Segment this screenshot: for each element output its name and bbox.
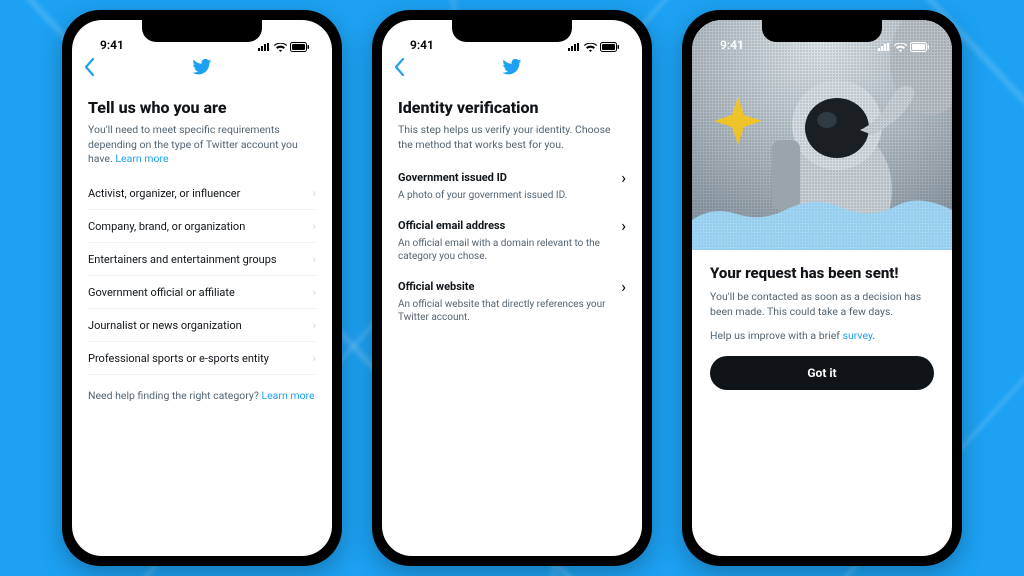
category-row[interactable]: Activist, organizer, or influencer› bbox=[88, 177, 316, 210]
content-area: Tell us who you are You'll need to meet … bbox=[72, 84, 332, 556]
status-time: 9:41 bbox=[710, 38, 744, 52]
help-learn-more-link[interactable]: Learn more bbox=[261, 389, 314, 402]
chevron-right-icon: › bbox=[312, 186, 316, 200]
chevron-right-icon: › bbox=[312, 285, 316, 299]
status-icons bbox=[877, 42, 934, 52]
phone-mockup-3: 9:41 bbox=[682, 10, 962, 566]
phone-mockup-1: 9:41 Tell us who you are You'll need to … bbox=[62, 10, 342, 566]
twitter-logo-icon bbox=[502, 59, 522, 79]
status-icons bbox=[567, 42, 624, 52]
page-title: Tell us who you are bbox=[88, 98, 316, 117]
hero-illustration bbox=[692, 20, 952, 250]
body-text: You'll be contacted as soon as a decisio… bbox=[710, 290, 934, 319]
back-button[interactable] bbox=[394, 58, 405, 81]
chevron-right-icon: › bbox=[621, 277, 626, 296]
page-subtitle: This step helps us verify your identity.… bbox=[398, 123, 626, 152]
status-time: 9:41 bbox=[90, 38, 124, 52]
category-row[interactable]: Company, brand, or organization› bbox=[88, 210, 316, 243]
status-time: 9:41 bbox=[400, 38, 434, 52]
nav-bar bbox=[382, 54, 642, 84]
twitter-logo-icon bbox=[192, 59, 212, 79]
notch bbox=[142, 20, 262, 42]
verification-option[interactable]: Official website› An official website th… bbox=[398, 271, 626, 332]
learn-more-link[interactable]: Learn more bbox=[115, 152, 168, 165]
content-area: Identity verification This step helps us… bbox=[382, 84, 642, 556]
page-title: Your request has been sent! bbox=[710, 264, 934, 282]
chevron-right-icon: › bbox=[312, 219, 316, 233]
verification-option[interactable]: Government issued ID› A photo of your go… bbox=[398, 162, 626, 210]
nav-bar bbox=[72, 54, 332, 84]
screen: 9:41 bbox=[692, 20, 952, 556]
category-row[interactable]: Journalist or news organization› bbox=[88, 309, 316, 342]
category-row[interactable]: Professional sports or e-sports entity› bbox=[88, 342, 316, 375]
survey-text: Help us improve with a brief survey. bbox=[710, 329, 934, 344]
category-row[interactable]: Entertainers and entertainment groups› bbox=[88, 243, 316, 276]
chevron-right-icon: › bbox=[312, 318, 316, 332]
content-area: Your request has been sent! You'll be co… bbox=[692, 250, 952, 404]
page-title: Identity verification bbox=[398, 98, 626, 117]
survey-link[interactable]: survey bbox=[843, 329, 873, 342]
back-button[interactable] bbox=[84, 58, 95, 81]
phone-mockup-2: 9:41 Identity verification This step hel… bbox=[372, 10, 652, 566]
astronaut-icon bbox=[692, 20, 952, 250]
chevron-right-icon: › bbox=[312, 351, 316, 365]
page-subtitle: You'll need to meet specific requirement… bbox=[88, 123, 316, 167]
screen: 9:41 Tell us who you are You'll need to … bbox=[72, 20, 332, 556]
help-text: Need help finding the right category? Le… bbox=[88, 389, 316, 402]
chevron-right-icon: › bbox=[621, 168, 626, 187]
got-it-button[interactable]: Got it bbox=[710, 356, 934, 390]
chevron-right-icon: › bbox=[621, 216, 626, 235]
notch bbox=[452, 20, 572, 42]
status-icons bbox=[257, 42, 314, 52]
category-row[interactable]: Government official or affiliate› bbox=[88, 276, 316, 309]
verification-option[interactable]: Official email address› An official emai… bbox=[398, 210, 626, 271]
notch bbox=[762, 20, 882, 42]
chevron-right-icon: › bbox=[312, 252, 316, 266]
screen: 9:41 Identity verification This step hel… bbox=[382, 20, 642, 556]
